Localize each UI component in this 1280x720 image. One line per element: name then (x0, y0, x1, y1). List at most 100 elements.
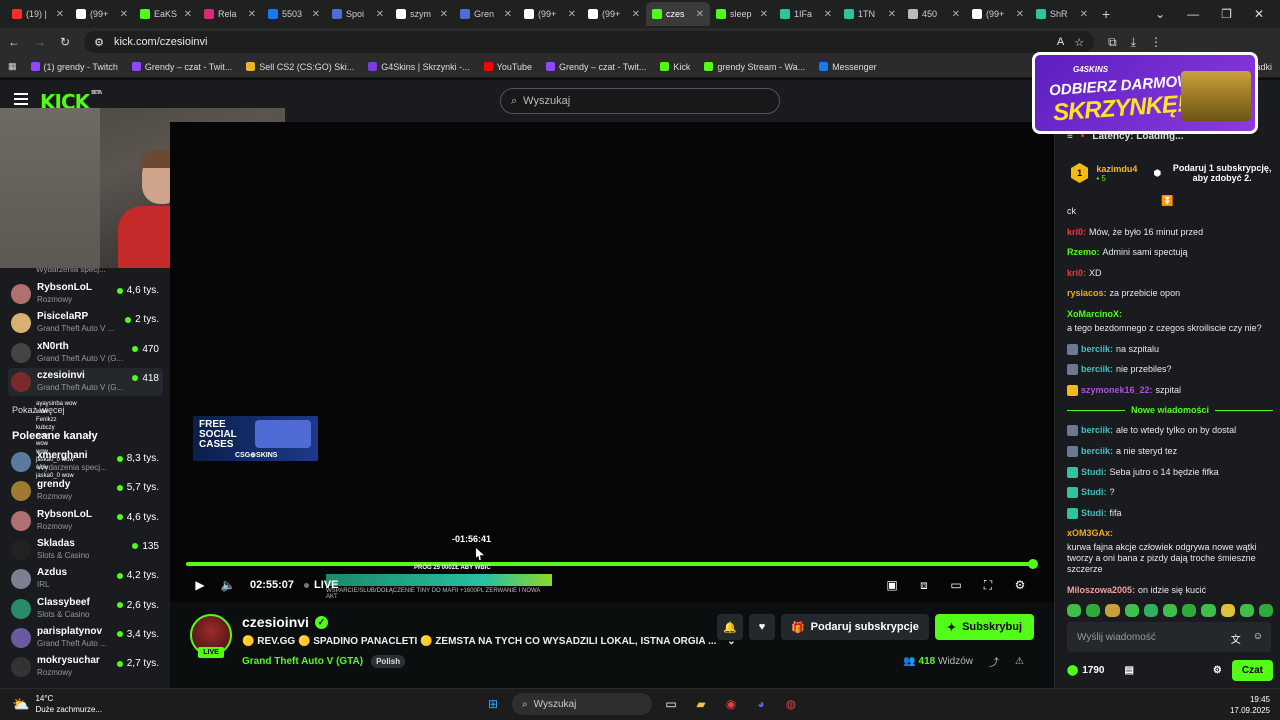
close-tab-icon[interactable]: ✕ (1080, 9, 1088, 20)
system-clock[interactable]: 19:45 17.09.2025 (1230, 694, 1270, 716)
close-tab-icon[interactable]: ✕ (248, 9, 256, 20)
play-icon[interactable]: ▶ (186, 572, 214, 598)
app-icon[interactable]: ◍ (780, 693, 802, 715)
emote-icon[interactable] (1124, 604, 1139, 617)
browser-tab[interactable]: (99+ ✕ (582, 2, 646, 26)
chat-username[interactable]: Studi: (1081, 467, 1107, 478)
emote-icon[interactable] (1143, 604, 1158, 617)
search-input[interactable]: ⌕ Wyszukaj (500, 88, 780, 114)
chat-username[interactable]: kri0: (1067, 268, 1086, 279)
browser-tab[interactable]: 1IFa ✕ (774, 2, 838, 26)
chat-settings-icon[interactable]: ⚙ (1213, 665, 1222, 676)
apps-grid-icon[interactable]: ▦ (8, 61, 17, 72)
back-icon[interactable]: ← (8, 35, 20, 49)
seek-knob[interactable] (1028, 559, 1038, 569)
new-tab-button[interactable]: + (1102, 6, 1110, 22)
close-tab-icon[interactable]: ✕ (760, 9, 768, 20)
close-tab-icon[interactable]: ✕ (56, 9, 64, 20)
taskbar-search[interactable]: ⌕ Wyszukaj (512, 693, 652, 715)
bookmark-star-icon[interactable]: ☆ (1074, 36, 1084, 49)
browser-tab[interactable]: 450 ✕ (902, 2, 966, 26)
sidebar-channel[interactable]: PisicelaRP Grand Theft Auto V ... 2 tys. (8, 309, 163, 337)
bookmark-item[interactable]: Kick (660, 62, 690, 72)
emote-icon[interactable] (1220, 604, 1235, 617)
chat-username[interactable]: Studi: (1081, 487, 1107, 498)
chat-username[interactable]: szymonek16_22: (1081, 385, 1153, 396)
chat-username[interactable]: berciik: (1081, 425, 1113, 436)
maximize-button[interactable]: ❐ (1221, 7, 1232, 21)
tab-search-icon[interactable]: ⌄ (1155, 7, 1165, 21)
browser-tab[interactable]: (99+ ✕ (966, 2, 1030, 26)
close-tab-icon[interactable]: ✕ (952, 9, 960, 20)
sidebar-channel[interactable]: Skladas Slots & Casino 135 (8, 536, 163, 564)
ad-banner[interactable]: G4SKINS ODBIERZ DARMOWĄ SKRZYNKĘ! (1032, 52, 1258, 134)
minimize-button[interactable]: — (1187, 7, 1199, 21)
share-icon[interactable]: ⤴ (989, 654, 999, 669)
browser-tab[interactable]: Gren ✕ (454, 2, 518, 26)
theater-icon[interactable]: ▭ (942, 572, 970, 598)
send-chat-button[interactable]: Czat (1231, 660, 1273, 681)
close-tab-icon[interactable]: ✕ (184, 9, 192, 20)
pip-icon[interactable]: ▣ (878, 572, 906, 598)
close-tab-icon[interactable]: ✕ (312, 9, 320, 20)
close-tab-icon[interactable]: ✕ (504, 9, 512, 20)
chat-username[interactable]: Rzemo: (1067, 247, 1100, 258)
chat-username[interactable]: kri0: (1067, 227, 1086, 238)
bookmark-item[interactable]: grendy Stream - Wa... (704, 62, 805, 72)
chat-username[interactable]: xOM3GAx: (1067, 528, 1113, 539)
chat-username[interactable]: berciik: (1081, 364, 1113, 375)
chat-username[interactable]: Miloszowa2005: (1067, 585, 1135, 596)
translate-icon[interactable]: A (1057, 36, 1064, 48)
close-tab-icon[interactable]: ✕ (376, 9, 384, 20)
close-tab-icon[interactable]: ✕ (1016, 9, 1024, 20)
seek-bar[interactable] (186, 559, 1038, 569)
live-indicator[interactable]: LIVE (304, 579, 339, 591)
forward-icon[interactable]: → (34, 35, 46, 49)
follow-heart-button[interactable]: ♥ (748, 614, 775, 640)
chat-username[interactable]: rysiacos: (1067, 288, 1107, 299)
chat-username[interactable]: XoMarcinoX: (1067, 309, 1122, 320)
channel-name[interactable]: czesioinvi (242, 614, 309, 630)
sidebar-channel[interactable]: czesioinvi Grand Theft Auto V (G... 418 (8, 367, 163, 396)
bookmark-item[interactable]: Grendy – czat - Twit... (546, 62, 646, 72)
sidebar-channel[interactable]: RybsonLoL Rozmowy 4,6 tys. (8, 507, 163, 535)
file-explorer-icon[interactable]: ▰ (690, 693, 712, 715)
clip-icon[interactable]: ⧈ (910, 572, 938, 598)
emote-icon[interactable] (1105, 604, 1120, 617)
sidebar-channel[interactable]: Classybeef Slots & Casino 2,6 tys. (8, 595, 163, 623)
browser-tab[interactable]: Rela ✕ (198, 2, 262, 26)
emote-icon[interactable] (1239, 604, 1254, 617)
emoji-icon[interactable]: ☺ (1253, 631, 1263, 646)
chrome-icon[interactable]: ◉ (720, 693, 742, 715)
weather-widget[interactable]: ⛅ 14°C Duże zachmurze... (12, 693, 102, 715)
browser-tab[interactable]: czes ✕ (646, 2, 710, 26)
close-tab-icon[interactable]: ✕ (888, 9, 896, 20)
menu-icon[interactable]: ⋮ (1150, 35, 1162, 49)
windows-start-icon[interactable]: ⊞ (482, 693, 504, 715)
site-info-icon[interactable]: ⚙ (94, 36, 104, 49)
notification-bell-button[interactable]: 🔔 (716, 614, 743, 640)
browser-tab[interactable]: sleep ✕ (710, 2, 774, 26)
sidebar-channel[interactable]: Azdus IRL 4,2 tys. (8, 565, 163, 593)
game-link[interactable]: Grand Theft Auto V (GTA) (242, 656, 363, 667)
close-tab-icon[interactable]: ✕ (824, 9, 832, 20)
emote-icon[interactable] (1067, 604, 1082, 617)
close-window-button[interactable]: ✕ (1254, 7, 1264, 21)
emote-icon[interactable] (1162, 604, 1178, 617)
browser-tab[interactable]: (99+ ✕ (518, 2, 582, 26)
report-icon[interactable]: ⚠ (1015, 656, 1024, 667)
translate-chat-icon[interactable]: 文 (1231, 631, 1241, 646)
close-tab-icon[interactable]: ✕ (696, 9, 704, 20)
emote-icon[interactable] (1182, 604, 1197, 617)
emote-icon[interactable] (1086, 604, 1101, 617)
chat-username[interactable]: berciik: (1081, 344, 1113, 355)
task-view-icon[interactable]: ▭ (660, 693, 682, 715)
chat-input[interactable]: Wyślij wiadomość 文 ☺ (1067, 622, 1271, 652)
hamburger-menu-icon[interactable] (14, 93, 28, 105)
chat-username[interactable]: berciik: (1081, 446, 1113, 457)
browser-tab[interactable]: 1TN ✕ (838, 2, 902, 26)
fullscreen-icon[interactable]: ⛶ (974, 572, 1002, 598)
volume-icon[interactable]: 🔈 (214, 572, 242, 598)
gift-subs-button[interactable]: 🎁 Podaruj subskrypcje (780, 614, 929, 640)
bookmark-item[interactable]: YouTube (483, 62, 532, 72)
